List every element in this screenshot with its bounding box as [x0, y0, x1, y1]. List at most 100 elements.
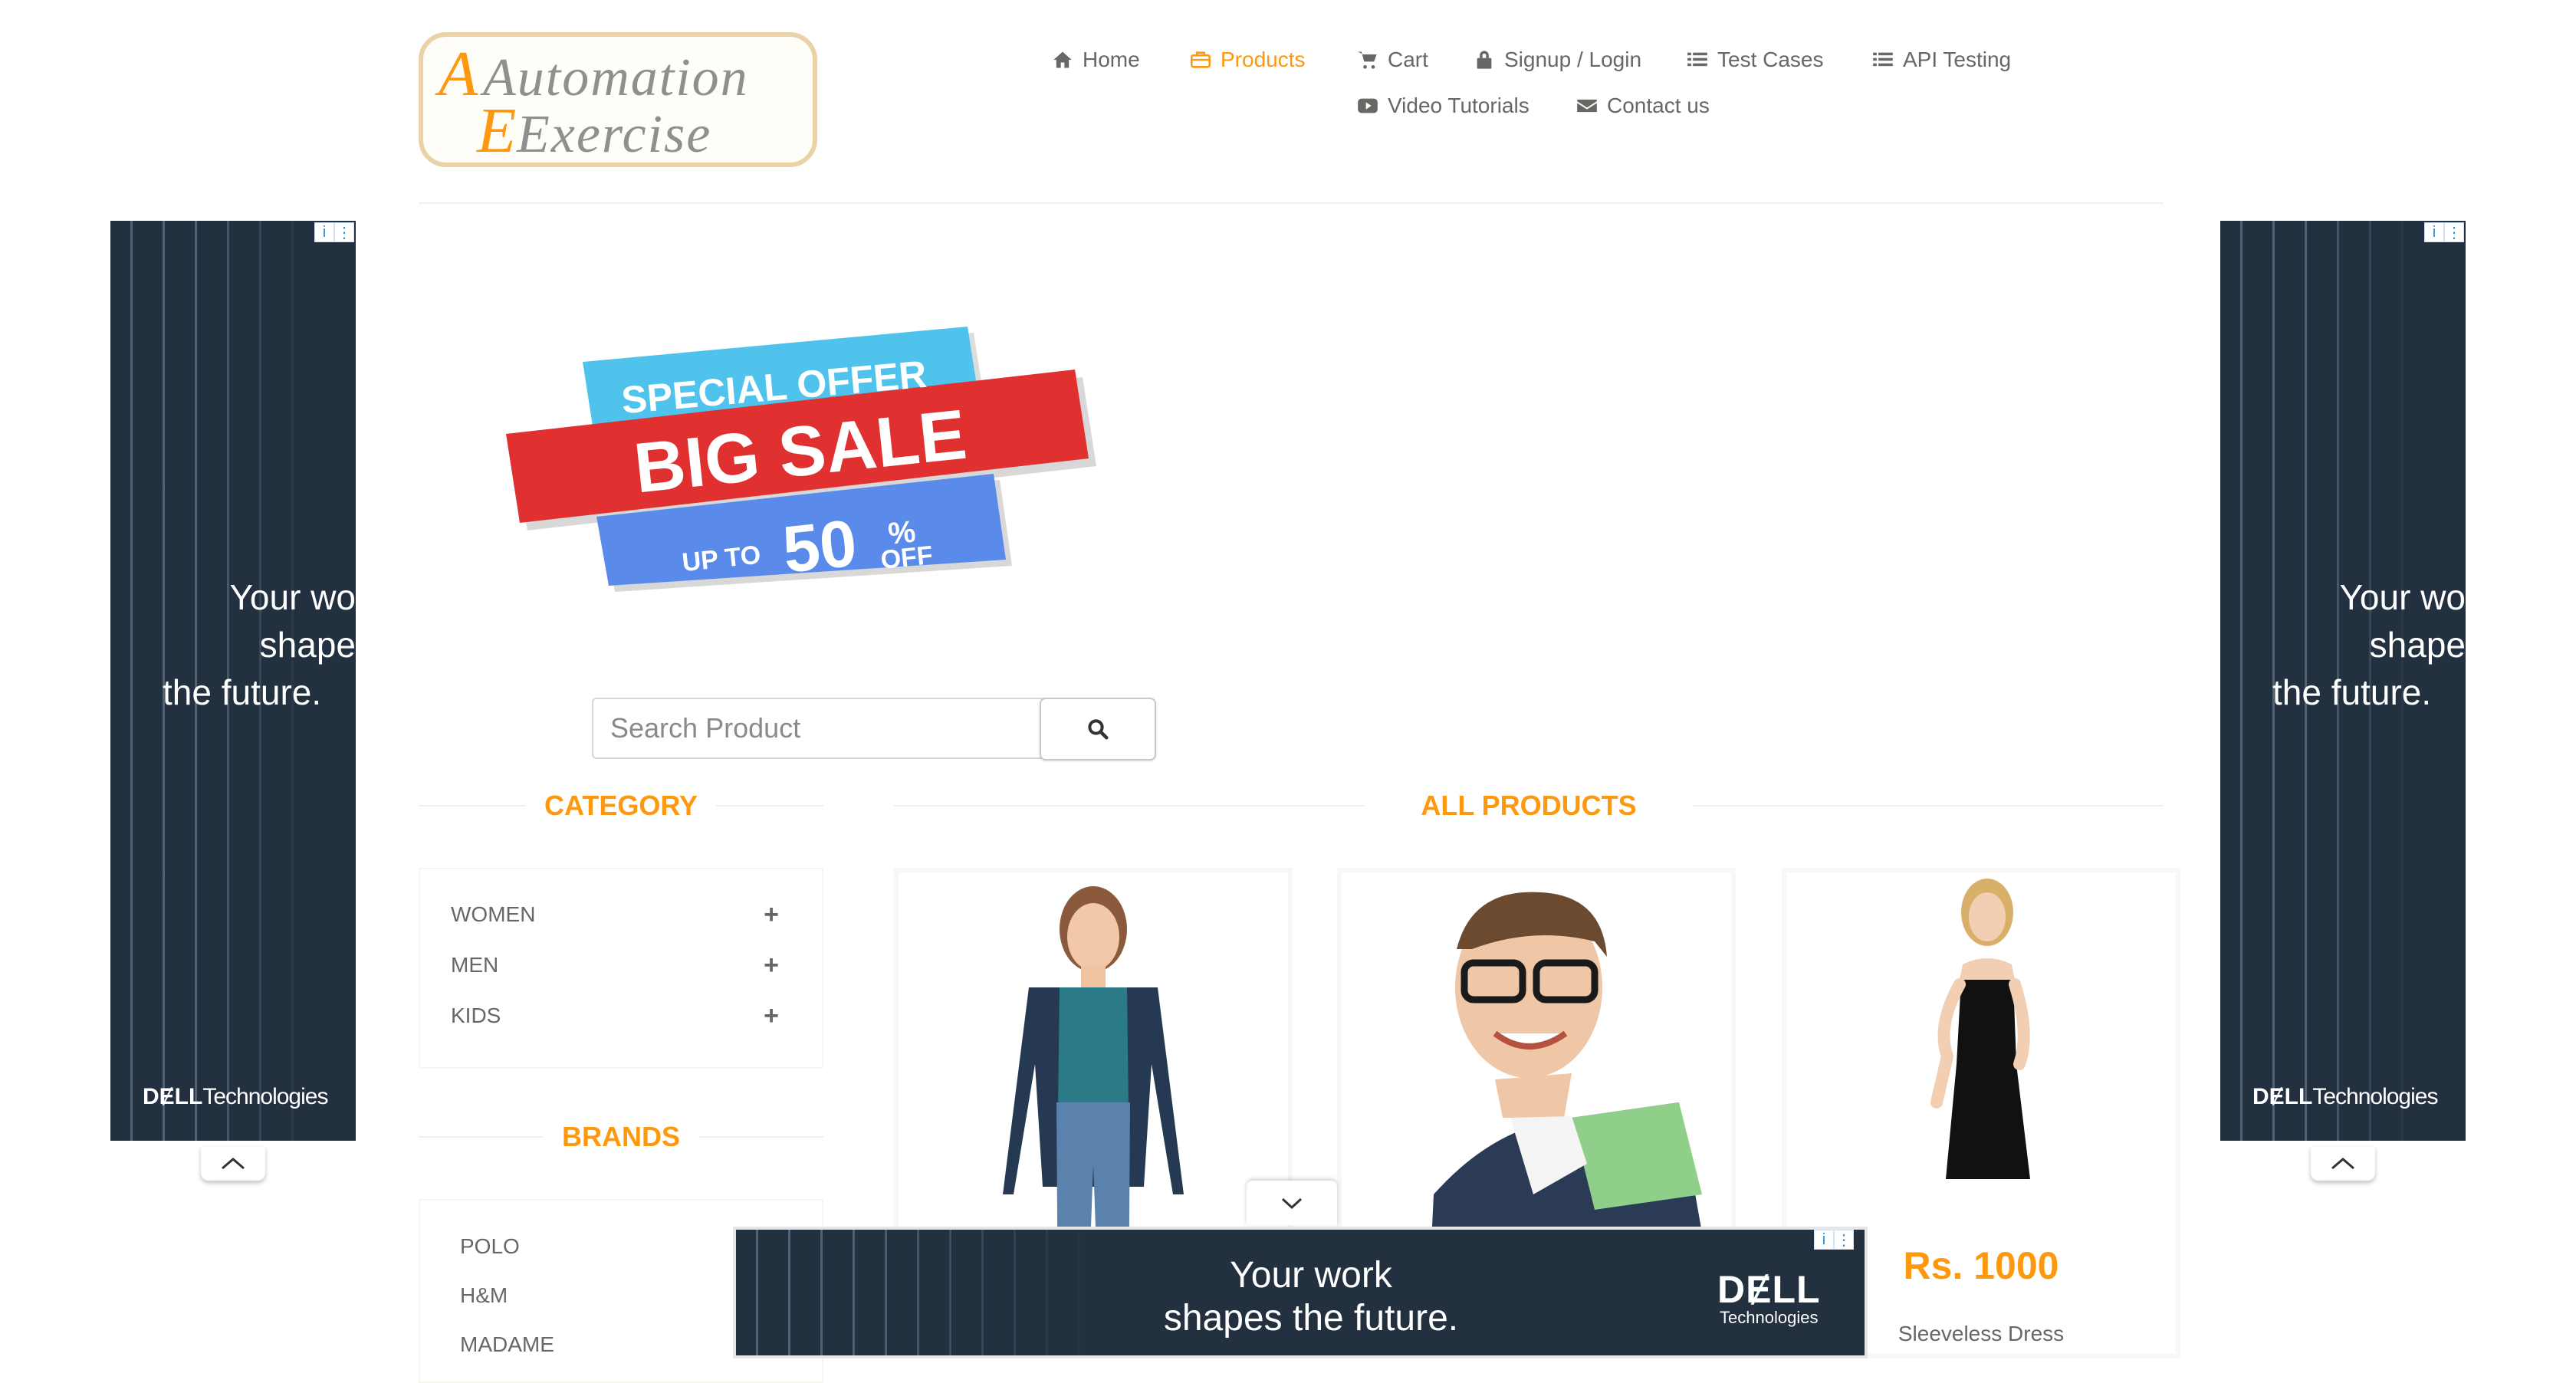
category-title: CATEGORY [544, 790, 698, 821]
nav-api-testing[interactable]: API Testing [1872, 48, 2011, 72]
nav-signup-login[interactable]: Signup / Login [1474, 48, 1641, 72]
ad-copy-line2: shapes the future. [1163, 1298, 1459, 1339]
heading-rule [698, 1136, 824, 1138]
envelope-icon [1577, 99, 1597, 113]
logo-text-line1: Automation [480, 48, 749, 107]
bottom-ad-collapse-button[interactable] [1247, 1181, 1337, 1225]
nav-contact-us[interactable]: Contact us [1576, 94, 1710, 118]
heading-rule [419, 1136, 544, 1138]
category-label: KIDS [451, 1004, 501, 1027]
ad-menu-icon[interactable]: ⋮ [334, 222, 354, 242]
product-image-sleeveless-dress[interactable] [1786, 872, 2176, 1194]
nav-test-cases-label: Test Cases [1717, 48, 1824, 71]
list-icon [1873, 52, 1893, 67]
ad-copy: Your wo shape the future. [126, 573, 356, 716]
ad-copy-line2: shape [259, 625, 356, 665]
dell-technologies-logo: DɆLLTechnologies [2252, 1084, 2438, 1110]
dell-logo-mark: DɆLL [1717, 1268, 1821, 1311]
nav-cart-label: Cart [1388, 48, 1428, 71]
dell-logo-text: Technologies [1720, 1308, 1819, 1327]
chevron-up-icon [222, 1158, 245, 1170]
search-icon [1088, 719, 1109, 740]
ad-choices[interactable]: i ⋮ [1814, 1230, 1854, 1250]
ad-copy: Your work shapes the future. [1142, 1254, 1480, 1340]
left-ad-collapse-button[interactable] [201, 1147, 265, 1181]
all-products-title: ALL PRODUCTS [1421, 790, 1637, 821]
plus-icon[interactable]: + [764, 952, 779, 978]
ad-menu-icon[interactable]: ⋮ [2444, 222, 2464, 242]
chevron-down-icon [1281, 1197, 1303, 1210]
ad-copy-line1: Your wo [229, 577, 356, 617]
list-icon [1687, 52, 1707, 67]
heading-rule [716, 805, 824, 806]
cart-icon [1358, 51, 1377, 69]
face-shape [1969, 892, 2006, 941]
header-divider [419, 202, 2164, 204]
dell-technologies-logo: DɆLLTechnologies [143, 1084, 328, 1110]
category-label: MEN [451, 953, 499, 977]
all-products-heading: ALL PRODUCTS [894, 790, 2164, 822]
heading-rule [419, 805, 526, 806]
right-ad-collapse-button[interactable] [2311, 1147, 2375, 1181]
chevron-up-icon [2331, 1158, 2354, 1170]
nav-home-label: Home [1083, 48, 1140, 71]
category-panel: WOMEN + MEN + KIDS + [419, 868, 823, 1069]
banner-percent: 50 [780, 506, 860, 586]
ad-fade [843, 1230, 1165, 1355]
nav-products-label: Products [1221, 48, 1306, 71]
nav-video-tutorials-label: Video Tutorials [1388, 94, 1530, 117]
dell-logo-text: Technologies [202, 1084, 328, 1109]
brand-madame[interactable]: MADAME [460, 1332, 554, 1357]
category-label: WOMEN [451, 902, 536, 926]
brands-heading: BRANDS [419, 1121, 824, 1153]
nav-contact-us-label: Contact us [1607, 94, 1710, 117]
face-shape [1067, 903, 1119, 971]
brand-hm[interactable]: H&M [460, 1283, 508, 1308]
ad-info-icon[interactable]: i [2424, 222, 2444, 242]
nav-video-tutorials[interactable]: Video Tutorials [1357, 94, 1530, 118]
ad-copy-line3: the future. [163, 672, 322, 712]
ad-info-icon[interactable]: i [314, 222, 334, 242]
brands-title: BRANDS [562, 1121, 681, 1152]
site-logo[interactable]: A Automation E Exercise [419, 32, 817, 167]
heading-rule [1691, 805, 2164, 806]
dell-logo-bold: DɆLL [143, 1084, 203, 1109]
nav-api-testing-label: API Testing [1903, 48, 2012, 71]
bottom-anchor-ad[interactable]: Your work shapes the future. DɆLL Techno… [733, 1227, 1868, 1358]
category-heading: CATEGORY [419, 790, 824, 822]
ad-menu-icon[interactable]: ⋮ [1834, 1230, 1854, 1250]
youtube-play-icon [1358, 98, 1378, 113]
nav-cart[interactable]: Cart [1357, 48, 1428, 72]
home-icon [1053, 51, 1072, 68]
search-product-input[interactable] [592, 698, 1049, 759]
logo-image: A Automation E Exercise [435, 38, 749, 166]
category-kids[interactable]: KIDS + [451, 1003, 779, 1029]
ad-copy-line1: Your work [1230, 1255, 1392, 1296]
logo-initial-e: E [476, 95, 516, 163]
category-men[interactable]: MEN + [451, 952, 779, 978]
briefcase-icon [1191, 51, 1211, 68]
nav-home[interactable]: Home [1052, 48, 1140, 72]
right-side-ad[interactable]: Your wo shape the future. DɆLLTechnologi… [2220, 221, 2466, 1141]
category-women[interactable]: WOMEN + [451, 902, 779, 928]
lock-icon [1477, 51, 1492, 69]
nav-test-cases[interactable]: Test Cases [1687, 48, 1824, 72]
ad-copy: Your wo shape the future. [2236, 573, 2466, 716]
ad-choices[interactable]: i ⋮ [314, 222, 354, 242]
ad-copy-line2: shape [2369, 625, 2466, 665]
plus-icon[interactable]: + [764, 1003, 779, 1029]
logo-initial-a: A [435, 38, 478, 110]
ad-choices[interactable]: i ⋮ [2424, 222, 2464, 242]
left-side-ad[interactable]: Your wo shape the future. DɆLLTechnologi… [110, 221, 356, 1141]
plus-icon[interactable]: + [764, 902, 779, 928]
logo-text-line2: Exercise [516, 105, 711, 163]
sale-banner: SPECIAL OFFER BIG SALE UP TO 50 % OFF [506, 327, 1096, 592]
heading-rule [894, 805, 1366, 806]
brand-polo[interactable]: POLO [460, 1234, 520, 1259]
tshirt-green-panel [1572, 1102, 1702, 1210]
ad-copy-line3: the future. [2272, 672, 2432, 712]
nav-products[interactable]: Products [1190, 48, 1306, 72]
search-button[interactable] [1040, 698, 1156, 760]
ad-info-icon[interactable]: i [1814, 1230, 1834, 1250]
dell-logo-text: Technologies [2312, 1084, 2438, 1109]
